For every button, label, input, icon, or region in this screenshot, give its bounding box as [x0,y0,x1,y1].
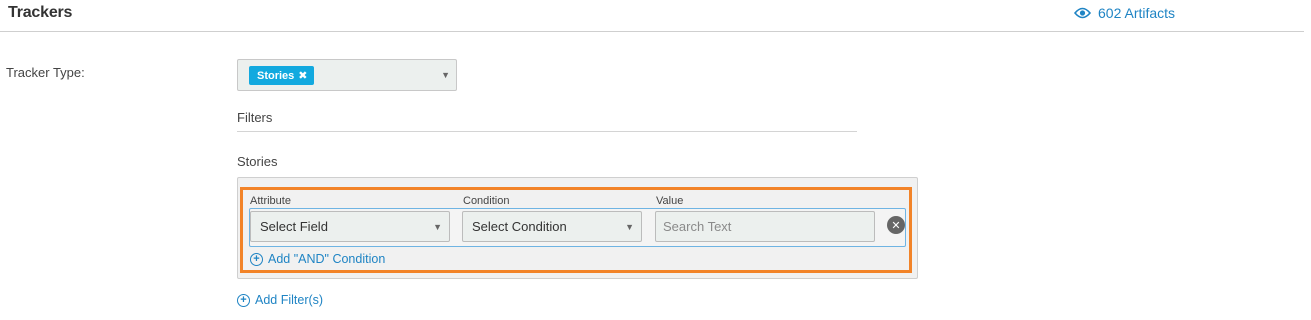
remove-condition-button[interactable]: ✕ [887,216,905,234]
chip-label: Stories [257,69,295,82]
add-and-condition-link[interactable]: + Add "AND" Condition [250,252,385,266]
artifacts-count-label: 602 Artifacts [1098,5,1176,21]
chevron-down-icon: ▼ [433,222,442,232]
tracker-type-chip: Stories ✖ [249,66,314,85]
chevron-down-icon: ▼ [441,70,450,80]
attribute-select[interactable]: Select Field ▼ [250,211,450,242]
attribute-column-label: Attribute [250,195,291,207]
plus-circle-icon: + [237,293,250,307]
close-x-icon: ✕ [891,219,901,232]
condition-select[interactable]: Select Condition ▼ [462,211,642,242]
eye-icon [1074,7,1091,19]
filters-heading: Filters [237,110,273,125]
page-header: Trackers 602 Artifacts [0,0,1304,32]
add-and-condition-label: Add "AND" Condition [268,252,386,266]
add-filters-link[interactable]: + Add Filter(s) [237,293,323,307]
chevron-down-icon: ▼ [625,222,634,232]
page-title: Trackers [8,4,73,21]
close-x-icon[interactable]: ✖ [298,69,307,82]
add-filters-label: Add Filter(s) [255,293,324,307]
plus-circle-icon: + [250,252,263,266]
tracker-type-select[interactable]: Stories ✖ ▼ [237,59,457,91]
filter-group-label: Stories [237,154,278,169]
value-column-label: Value [656,195,684,207]
condition-column-label: Condition [463,195,510,207]
divider [237,131,857,132]
tracker-type-label: Tracker Type: [6,65,85,80]
condition-select-value: Select Condition [472,219,567,234]
attribute-select-value: Select Field [260,219,328,234]
value-search-input[interactable] [655,211,875,242]
artifacts-count-link[interactable]: 602 Artifacts [1074,5,1175,21]
